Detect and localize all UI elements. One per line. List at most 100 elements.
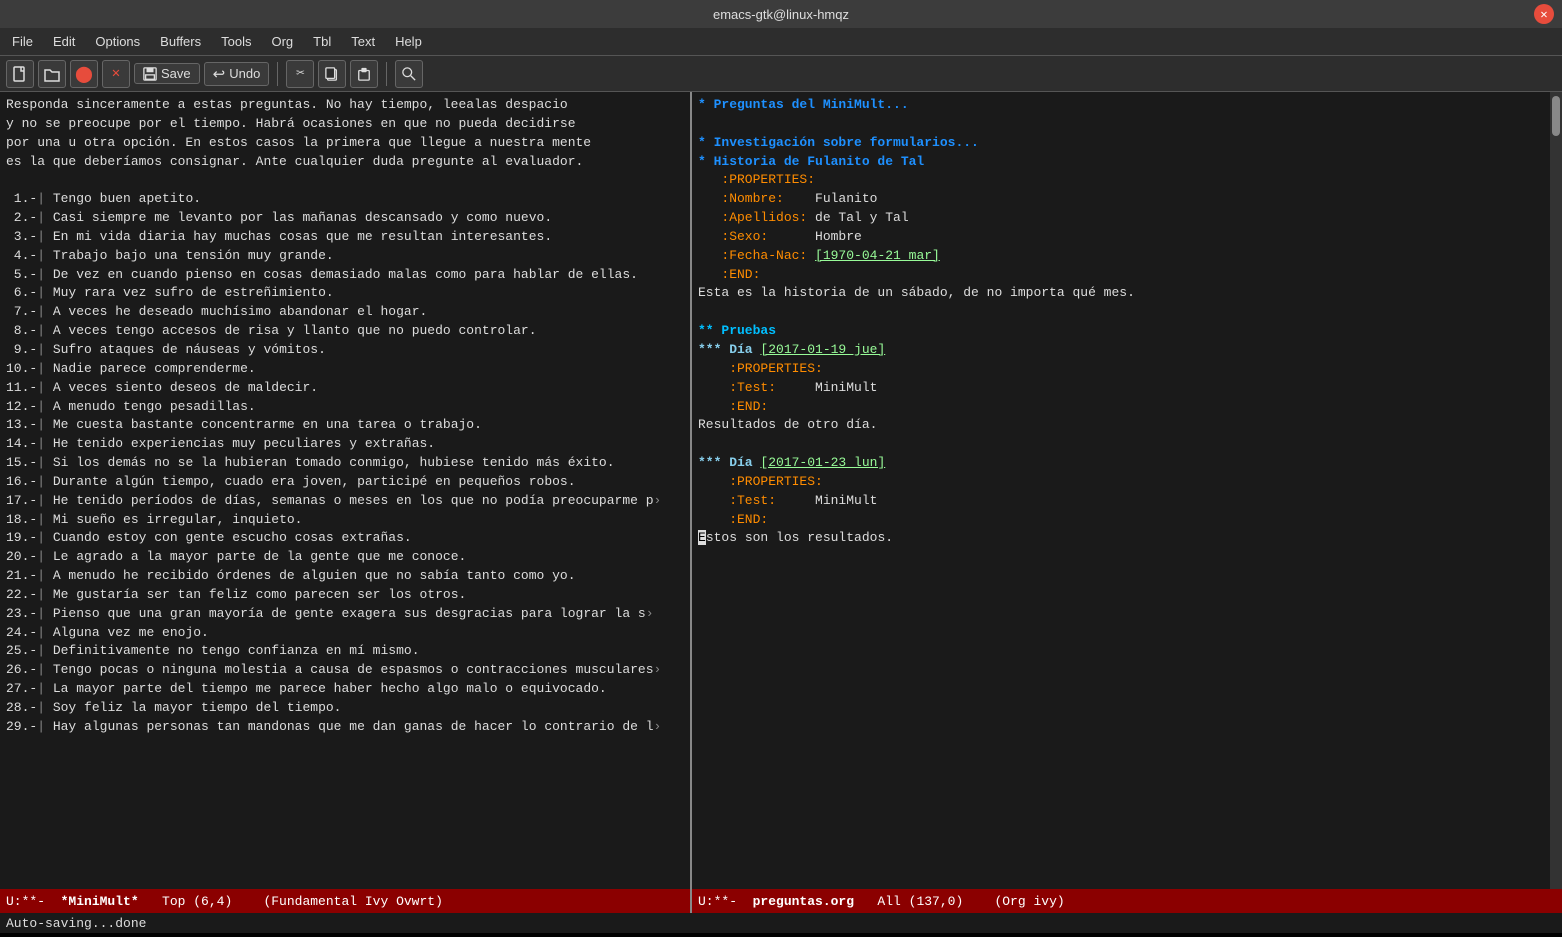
rline-blank2	[698, 303, 1544, 322]
menu-help[interactable]: Help	[387, 32, 430, 51]
q14: 14.-| He tenido experiencias muy peculia…	[6, 435, 684, 454]
right-pane[interactable]: * Preguntas del MiniMult... * Investigac…	[692, 92, 1550, 889]
rline-blank1	[698, 115, 1544, 134]
menu-file[interactable]: File	[4, 32, 41, 51]
q28: 28.-| Soy feliz la mayor tiempo del tiem…	[6, 699, 684, 718]
q4: 4.-| Trabajo bajo una tensión muy grande…	[6, 247, 684, 266]
rline-heading3b: *** Día [2017-01-23 lun]	[698, 454, 1544, 473]
menu-org[interactable]: Org	[263, 32, 301, 51]
rline-heading1b: * Investigación sobre formularios...	[698, 134, 1544, 153]
q21: 21.-| A menudo he recibido órdenes de al…	[6, 567, 684, 586]
rline-heading2a: * Historia de Fulanito de Tal	[698, 153, 1544, 172]
rline-prop6: :END:	[698, 266, 1544, 285]
menu-tools[interactable]: Tools	[213, 32, 259, 51]
q17: 17.-| He tenido períodos de días, semana…	[6, 492, 684, 511]
titlebar: emacs-gtk@linux-hmqz ✕	[0, 0, 1562, 28]
intro-line-3: por una u otra opción. En estos casos la…	[6, 134, 684, 153]
rline-prop7: :PROPERTIES:	[698, 360, 1544, 379]
left-status-bar: U:**- *MiniMult* Top (6,4) (Fundamental …	[0, 889, 692, 913]
q7: 7.-| A veces he deseado muchísimo abando…	[6, 303, 684, 322]
q10: 10.-| Nadie parece comprenderme.	[6, 360, 684, 379]
rline-prop1: :PROPERTIES:	[698, 171, 1544, 190]
q3: 3.-| En mi vida diaria hay muchas cosas …	[6, 228, 684, 247]
q9: 9.-| Sufro ataques de náuseas y vómitos.	[6, 341, 684, 360]
save-button[interactable]: Save	[134, 63, 200, 84]
rline-prop4: :Sexo: Hombre	[698, 228, 1544, 247]
left-content[interactable]: Responda sinceramente a estas preguntas.…	[0, 92, 690, 889]
q22: 22.-| Me gustaría ser tan feliz como par…	[6, 586, 684, 605]
rline-text3: Estos son los resultados.	[698, 529, 1544, 548]
q26: 26.-| Tengo pocas o ninguna molestia a c…	[6, 661, 684, 680]
q15: 15.-| Si los demás no se la hubieran tom…	[6, 454, 684, 473]
scrollbar-thumb[interactable]	[1552, 96, 1560, 136]
right-status-bar: U:**- preguntas.org All (137,0) (Org ivy…	[692, 889, 1562, 913]
undo-label: Undo	[229, 66, 260, 81]
menu-text[interactable]: Text	[343, 32, 383, 51]
q12: 12.-| A menudo tengo pesadillas.	[6, 398, 684, 417]
right-content[interactable]: * Preguntas del MiniMult... * Investigac…	[692, 92, 1550, 889]
rline-prop2: :Nombre: Fulanito	[698, 190, 1544, 209]
blank-1	[6, 171, 684, 190]
q6: 6.-| Muy rara vez sufro de estreñimiento…	[6, 284, 684, 303]
rline-text2: Resultados de otro día.	[698, 416, 1544, 435]
kill-buffer-button[interactable]: ✕	[102, 60, 130, 88]
echo-text: Auto-saving...done	[6, 916, 146, 931]
q20: 20.-| Le agrado a la mayor parte de la g…	[6, 548, 684, 567]
scrollbar[interactable]	[1550, 92, 1562, 889]
left-pane[interactable]: Responda sinceramente a estas preguntas.…	[0, 92, 692, 889]
q19: 19.-| Cuando estoy con gente escucho cos…	[6, 529, 684, 548]
left-status-text: U:**- *MiniMult* Top (6,4) (Fundamental …	[6, 894, 443, 909]
q23: 23.-| Pienso que una gran mayoría de gen…	[6, 605, 684, 624]
cut-button[interactable]: ✂	[286, 60, 314, 88]
menu-buffers[interactable]: Buffers	[152, 32, 209, 51]
titlebar-title: emacs-gtk@linux-hmqz	[713, 7, 849, 22]
rline-prop11: :Test: MiniMult	[698, 492, 1544, 511]
intro-line-2: y no se preocupe por el tiempo. Habrá oc…	[6, 115, 684, 134]
toolbar: ⬤ ✕ Save ↩ Undo ✂	[0, 56, 1562, 92]
rline-prop3: :Apellidos: de Tal y Tal	[698, 209, 1544, 228]
q24: 24.-| Alguna vez me enojo.	[6, 624, 684, 643]
rline-prop10: :PROPERTIES:	[698, 473, 1544, 492]
new-file-button[interactable]	[6, 60, 34, 88]
rline-prop9: :END:	[698, 398, 1544, 417]
menu-options[interactable]: Options	[87, 32, 148, 51]
revert-buffer-button[interactable]: ⬤	[70, 60, 98, 88]
q13: 13.-| Me cuesta bastante concentrarme en…	[6, 416, 684, 435]
copy-button[interactable]	[318, 60, 346, 88]
toolbar-separator-1	[277, 62, 278, 86]
q25: 25.-| Definitivamente no tengo confianza…	[6, 642, 684, 661]
toolbar-separator-2	[386, 62, 387, 86]
rline-heading3a: *** Día [2017-01-19 jue]	[698, 341, 1544, 360]
right-status-text: U:**- preguntas.org All (137,0) (Org ivy…	[698, 894, 1065, 909]
q18: 18.-| Mi sueño es irregular, inquieto.	[6, 511, 684, 530]
q2: 2.-| Casi siempre me levanto por las mañ…	[6, 209, 684, 228]
q5: 5.-| De vez en cuando pienso en cosas de…	[6, 266, 684, 285]
menubar: File Edit Options Buffers Tools Org Tbl …	[0, 28, 1562, 56]
q16: 16.-| Durante algún tiempo, cuado era jo…	[6, 473, 684, 492]
editor-area: Responda sinceramente a estas preguntas.…	[0, 92, 1562, 889]
q8: 8.-| A veces tengo accesos de risa y lla…	[6, 322, 684, 341]
paste-button[interactable]	[350, 60, 378, 88]
statusbar: U:**- *MiniMult* Top (6,4) (Fundamental …	[0, 889, 1562, 937]
status-line: U:**- *MiniMult* Top (6,4) (Fundamental …	[0, 889, 1562, 913]
q11: 11.-| A veces siento deseos de maldecir.	[6, 379, 684, 398]
menu-tbl[interactable]: Tbl	[305, 32, 339, 51]
undo-button[interactable]: ↩ Undo	[204, 62, 270, 86]
rline-prop12: :END:	[698, 511, 1544, 530]
menu-edit[interactable]: Edit	[45, 32, 83, 51]
q27: 27.-| La mayor parte del tiempo me parec…	[6, 680, 684, 699]
open-file-button[interactable]	[38, 60, 66, 88]
rline-prop5: :Fecha-Nac: [1970-04-21 mar]	[698, 247, 1544, 266]
echo-area: Auto-saving...done	[0, 913, 1562, 933]
q1: 1.-| Tengo buen apetito.	[6, 190, 684, 209]
q29: 29.-| Hay algunas personas tan mandonas …	[6, 718, 684, 737]
intro-line-4: es la que deberíamos consignar. Ante cua…	[6, 153, 684, 172]
search-button[interactable]	[395, 60, 423, 88]
rline-text1: Esta es la historia de un sábado, de no …	[698, 284, 1544, 303]
rline-blank3	[698, 435, 1544, 454]
rline-prop8: :Test: MiniMult	[698, 379, 1544, 398]
save-label: Save	[161, 66, 191, 81]
rline-heading2b: ** Pruebas	[698, 322, 1544, 341]
close-button[interactable]: ✕	[1534, 4, 1554, 24]
intro-line-1: Responda sinceramente a estas preguntas.…	[6, 96, 684, 115]
